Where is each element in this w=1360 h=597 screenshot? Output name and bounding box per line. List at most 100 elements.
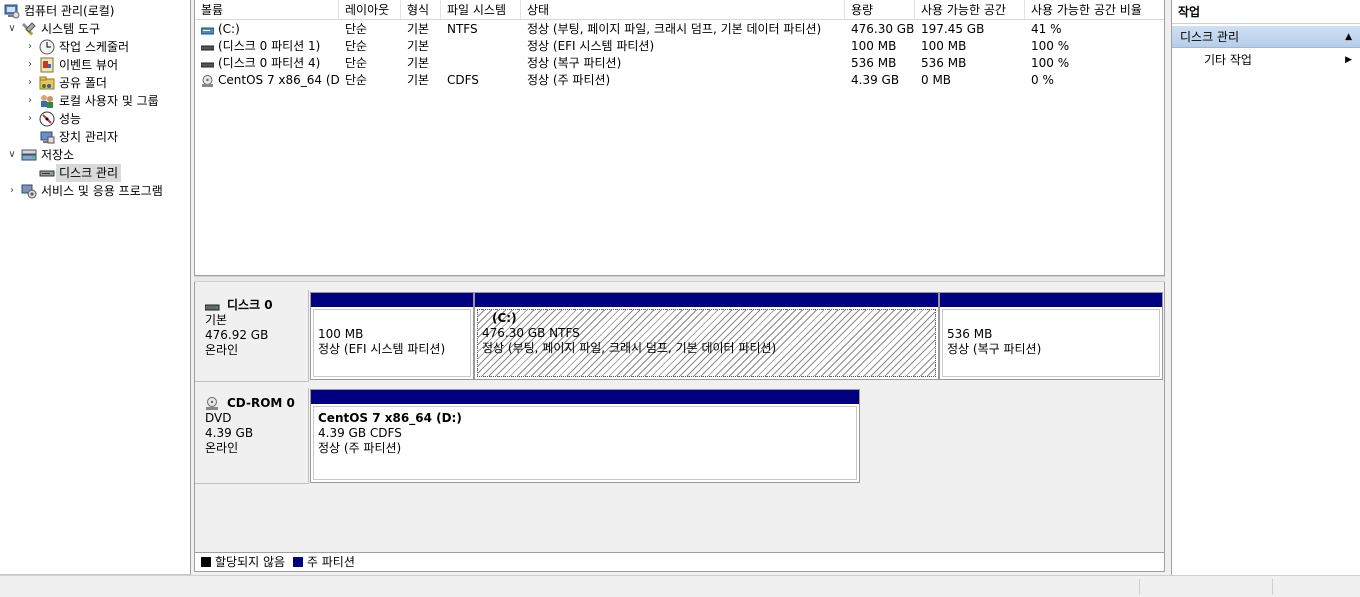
capacity-cell: 100 MB bbox=[851, 39, 897, 53]
filesystem-cell: CDFS bbox=[447, 73, 479, 87]
type-cell: 기본 bbox=[407, 22, 430, 36]
partition-bar bbox=[940, 293, 1162, 307]
partition-icon bbox=[200, 58, 215, 68]
collapse-up-icon[interactable]: ▲ bbox=[1345, 26, 1352, 48]
tree-item-label: 장치 관리자 bbox=[59, 130, 119, 144]
expand-icon[interactable]: › bbox=[6, 182, 18, 200]
collapse-icon[interactable]: ∨ bbox=[6, 20, 18, 38]
table-row[interactable]: (디스크 0 파티션 1) 단순 기본 정상 (EFI 시스템 파티션) 100… bbox=[195, 38, 1164, 55]
status-bar bbox=[0, 575, 1360, 597]
shared-folder-icon bbox=[39, 75, 55, 91]
actions-pane: 작업 디스크 관리 ▲ 기타 작업 ▶ bbox=[1171, 0, 1360, 575]
partition-body: CentOS 7 x86_64 (D:) 4.39 GB CDFS 정상 (주 … bbox=[313, 406, 857, 480]
expand-icon[interactable]: › bbox=[24, 110, 36, 128]
tree-item-performance[interactable]: › 성능 bbox=[24, 110, 81, 128]
tree-item-label: 컴퓨터 관리(로컬) bbox=[24, 4, 115, 18]
legend-unallocated: 할당되지 않음 bbox=[215, 555, 286, 569]
tree-item-system-tools[interactable]: ∨ 시스템 도구 bbox=[6, 20, 100, 38]
volume-icon bbox=[200, 24, 215, 34]
cd-icon bbox=[205, 396, 221, 411]
services-icon bbox=[21, 183, 37, 199]
volume-name: CentOS 7 x86_64 (D:) bbox=[218, 73, 339, 87]
tree-item-computer-management[interactable]: 컴퓨터 관리(로컬) bbox=[4, 2, 114, 20]
table-row[interactable]: CentOS 7 x86_64 (D:) 단순 기본 CDFS 정상 (주 파티… bbox=[195, 72, 1164, 89]
column-header-capacity[interactable]: 용량 bbox=[845, 0, 915, 20]
expand-icon[interactable]: › bbox=[24, 92, 36, 110]
tree-item-label: 디스크 관리 bbox=[56, 164, 122, 182]
free-space-cell: 0 MB bbox=[921, 73, 952, 87]
tree-item-storage[interactable]: ∨ 저장소 bbox=[6, 146, 74, 164]
status-divider bbox=[1139, 579, 1140, 595]
more-actions-item[interactable]: 기타 작업 ▶ bbox=[1172, 50, 1360, 70]
tree-item-label: 로컬 사용자 및 그룹 bbox=[59, 94, 159, 108]
column-header-volume[interactable]: 볼륨 bbox=[195, 0, 339, 20]
capacity-cell: 536 MB bbox=[851, 56, 897, 70]
column-header-status[interactable]: 상태 bbox=[521, 0, 845, 20]
partition-status: 정상 (부팅, 페이지 파일, 크래시 덤프, 기본 데이터 파티션) bbox=[482, 341, 777, 355]
filesystem-cell bbox=[441, 38, 521, 55]
partition-size: 4.39 GB CDFS bbox=[318, 426, 402, 440]
tree-item-label: 서비스 및 응용 프로그램 bbox=[41, 184, 163, 198]
tree-item-services-applications[interactable]: › 서비스 및 응용 프로그램 bbox=[6, 182, 163, 200]
expand-icon[interactable]: › bbox=[24, 74, 36, 92]
partition-icon bbox=[200, 41, 215, 51]
collapse-icon[interactable]: ∨ bbox=[6, 146, 18, 164]
computer-management-icon bbox=[4, 3, 20, 19]
tree-item-shared-folders[interactable]: › 공유 폴더 bbox=[24, 74, 107, 92]
partition-recovery[interactable]: 536 MB 정상 (복구 파티션) bbox=[939, 292, 1163, 380]
partition-status: 정상 (EFI 시스템 파티션) bbox=[318, 342, 446, 356]
table-row[interactable]: (C:) 단순 기본 NTFS 정상 (부팅, 페이지 파일, 크래시 덤프, … bbox=[195, 21, 1164, 38]
partition-bar bbox=[475, 293, 938, 307]
column-header-filesystem[interactable]: 파일 시스템 bbox=[441, 0, 521, 20]
disk-0-name-row: 디스크 0 bbox=[204, 298, 308, 313]
column-header-type[interactable]: 형식 bbox=[401, 0, 441, 20]
expand-icon[interactable]: › bbox=[24, 38, 36, 56]
volume-name: (디스크 0 파티션 4) bbox=[218, 56, 321, 70]
partition-size: 100 MB bbox=[318, 327, 364, 341]
disk-0-size: 476.92 GB bbox=[205, 328, 269, 342]
actions-section-disk-management[interactable]: 디스크 관리 ▲ bbox=[1172, 26, 1360, 48]
disk-0-label[interactable]: 디스크 0 기본 476.92 GB 온라인 bbox=[195, 290, 309, 382]
partition-c[interactable]: (C:) 476.30 GB NTFS 정상 (부팅, 페이지 파일, 크래시 … bbox=[474, 292, 939, 380]
type-cell: 기본 bbox=[407, 39, 430, 53]
table-row[interactable]: (디스크 0 파티션 4) 단순 기본 정상 (복구 파티션) 536 MB 5… bbox=[195, 55, 1164, 72]
storage-icon bbox=[21, 147, 37, 163]
cdrom-0-label[interactable]: CD-ROM 0 DVD 4.39 GB 온라인 bbox=[195, 388, 309, 484]
volume-name: (C:) bbox=[218, 22, 240, 36]
layout-cell: 단순 bbox=[345, 22, 368, 36]
partition-size: 536 MB bbox=[947, 327, 993, 341]
volume-list: 볼륨 레이아웃 형식 파일 시스템 상태 용량 사용 가능한 공간 사용 가능한… bbox=[194, 0, 1165, 276]
partition-body: 536 MB 정상 (복구 파티션) bbox=[942, 309, 1160, 377]
partition-cdrom[interactable]: CentOS 7 x86_64 (D:) 4.39 GB CDFS 정상 (주 … bbox=[310, 389, 860, 483]
partition-size: 476.30 GB NTFS bbox=[482, 326, 580, 340]
tree-item-local-users-groups[interactable]: › 로컬 사용자 및 그룹 bbox=[24, 92, 159, 110]
navigation-tree: 컴퓨터 관리(로컬) ∨ 시스템 도구 › 작업 스케줄러 › 이벤트 뷰어 ›… bbox=[0, 0, 191, 575]
capacity-cell: 476.30 GB bbox=[851, 22, 915, 36]
free-percent-cell: 100 % bbox=[1031, 56, 1070, 70]
layout-cell: 단순 bbox=[345, 56, 368, 70]
filesystem-cell bbox=[441, 55, 521, 72]
tree-item-task-scheduler[interactable]: › 작업 스케줄러 bbox=[24, 38, 129, 56]
tree-item-device-manager[interactable]: 장치 관리자 bbox=[24, 128, 118, 146]
tree-item-event-viewer[interactable]: › 이벤트 뷰어 bbox=[24, 56, 118, 74]
type-cell: 기본 bbox=[407, 56, 430, 70]
expand-icon[interactable]: › bbox=[24, 56, 36, 74]
status-cell: 정상 (부팅, 페이지 파일, 크래시 덤프, 기본 데이터 파티션) bbox=[527, 22, 822, 36]
layout-cell: 단순 bbox=[345, 73, 368, 87]
cdrom-0-name: CD-ROM 0 bbox=[227, 396, 295, 410]
system-tools-icon bbox=[21, 21, 37, 37]
tree-item-label: 이벤트 뷰어 bbox=[59, 58, 119, 72]
column-header-free-percent[interactable]: 사용 가능한 공간 비율 bbox=[1025, 0, 1164, 20]
partition-efi[interactable]: 100 MB 정상 (EFI 시스템 파티션) bbox=[310, 292, 474, 380]
disk-0-state: 온라인 bbox=[205, 343, 239, 357]
disk-management-icon bbox=[39, 165, 55, 181]
partition-status: 정상 (주 파티션) bbox=[318, 441, 402, 455]
column-header-free-space[interactable]: 사용 가능한 공간 bbox=[915, 0, 1025, 20]
disk-icon bbox=[204, 301, 221, 311]
tree-item-label: 공유 폴더 bbox=[59, 76, 107, 90]
free-percent-cell: 100 % bbox=[1031, 39, 1070, 53]
column-header-layout[interactable]: 레이아웃 bbox=[339, 0, 401, 20]
disk-0-type: 기본 bbox=[205, 313, 228, 327]
tree-item-disk-management[interactable]: 디스크 관리 bbox=[24, 164, 122, 182]
disk-graphical-view: 디스크 0 기본 476.92 GB 온라인 100 MB 정상 (EFI 시스… bbox=[194, 282, 1165, 552]
